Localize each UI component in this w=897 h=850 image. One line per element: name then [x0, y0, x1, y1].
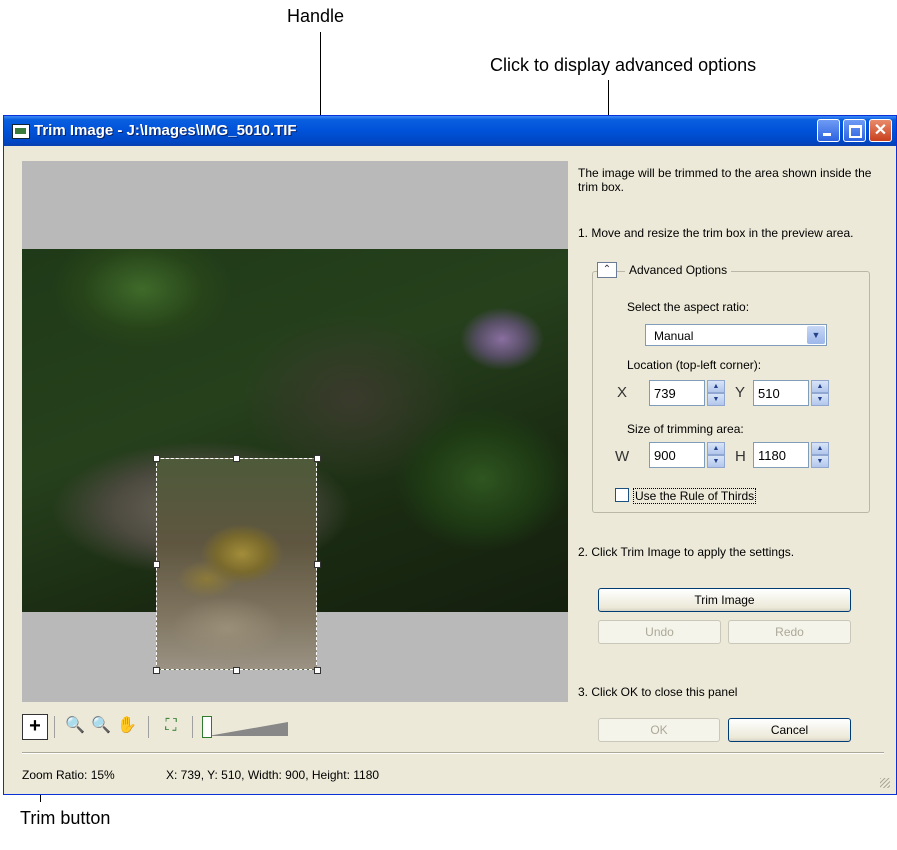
aspect-ratio-value: Manual: [654, 329, 694, 343]
trim-handle-middle-left[interactable]: [153, 561, 160, 568]
toolbar-separator: [148, 716, 149, 738]
spin-up-icon[interactable]: ▲: [811, 442, 829, 455]
x-label: X: [617, 384, 628, 401]
trim-settings-panel: The image will be trimmed to the area sh…: [578, 161, 888, 751]
trim-handle-top-right[interactable]: [314, 455, 321, 462]
status-bar: Zoom Ratio: 15% X: 739, Y: 510, Width: 9…: [4, 756, 896, 792]
y-input[interactable]: 510: [753, 380, 809, 406]
fit-icon: ⛶: [165, 717, 177, 734]
zoom-slider-track: [208, 722, 288, 736]
h-input[interactable]: 1180: [753, 442, 809, 468]
ok-button[interactable]: OK: [598, 718, 720, 742]
rule-of-thirds-label[interactable]: Use the Rule of Thirds: [633, 488, 757, 504]
y-spinner[interactable]: ▲ ▼: [811, 380, 829, 406]
handle-callout-label: Handle: [287, 6, 345, 26]
trim-handle-bottom-middle[interactable]: [233, 667, 240, 674]
rule-of-thirds-checkbox[interactable]: [615, 488, 629, 502]
spin-up-icon[interactable]: ▲: [707, 442, 725, 455]
w-label: W: [615, 448, 630, 465]
step-1-text: 1. Move and resize the trim box in the p…: [578, 226, 854, 240]
maximize-button[interactable]: [843, 119, 866, 142]
trim-handle-middle-right[interactable]: [314, 561, 321, 568]
trim-handle-top-middle[interactable]: [233, 455, 240, 462]
selection-info-text: X: 739, Y: 510, Width: 900, Height: 1180: [166, 768, 380, 782]
h-value: 1180: [758, 448, 786, 463]
trim-image-button[interactable]: Trim Image: [598, 588, 851, 612]
advanced-options-callout-label: Click to display advanced options: [490, 55, 757, 75]
cancel-button[interactable]: Cancel: [728, 718, 851, 742]
window-title: Trim Image - J:\Images\IMG_5010.TIF: [34, 122, 297, 139]
trim-handle-top-left[interactable]: [153, 455, 160, 462]
zoom-out-button[interactable]: 🔍: [88, 714, 114, 740]
spin-down-icon[interactable]: ▼: [811, 455, 829, 468]
toolbar-separator: [54, 716, 55, 738]
zoom-in-button[interactable]: 🔍: [62, 714, 88, 740]
advanced-options-toggle[interactable]: ⌃: [597, 262, 617, 278]
w-spinner[interactable]: ▲ ▼: [707, 442, 725, 468]
undo-button[interactable]: Undo: [598, 620, 721, 644]
collapse-icon: ⌃: [602, 264, 612, 275]
zoom-out-icon: 🔍: [91, 717, 111, 734]
spin-down-icon[interactable]: ▼: [811, 393, 829, 406]
h-label: H: [735, 448, 746, 465]
aspect-ratio-select[interactable]: Manual ▼: [645, 324, 827, 346]
zoom-slider-thumb[interactable]: [202, 716, 212, 738]
minimize-button[interactable]: [817, 119, 840, 142]
close-button[interactable]: ✕: [869, 119, 892, 142]
x-value: 739: [654, 386, 676, 401]
w-value: 900: [654, 448, 676, 463]
spin-down-icon[interactable]: ▼: [707, 455, 725, 468]
spin-down-icon[interactable]: ▼: [707, 393, 725, 406]
size-label: Size of trimming area:: [627, 422, 744, 436]
step-2-text: 2. Click Trim Image to apply the setting…: [578, 545, 795, 559]
spin-up-icon[interactable]: ▲: [811, 380, 829, 393]
advanced-options-group: ⌃ Advanced Options Select the aspect rat…: [592, 262, 870, 513]
redo-button[interactable]: Redo: [728, 620, 851, 644]
toolbar-separator: [192, 716, 193, 738]
title-bar[interactable]: Trim Image - J:\Images\IMG_5010.TIF ✕: [4, 116, 896, 146]
preview-area[interactable]: [22, 161, 568, 702]
trim-box[interactable]: [156, 458, 317, 670]
trim-button-callout-label: Trim button: [20, 808, 111, 828]
trim-button[interactable]: +: [22, 714, 48, 740]
aspect-ratio-label: Select the aspect ratio:: [627, 300, 750, 314]
w-input[interactable]: 900: [649, 442, 705, 468]
zoom-slider[interactable]: [202, 716, 292, 740]
y-value: 510: [758, 386, 780, 401]
trim-handle-bottom-right[interactable]: [314, 667, 321, 674]
chevron-down-icon[interactable]: ▼: [807, 326, 825, 344]
pan-button[interactable]: ✋: [114, 714, 140, 740]
app-icon: [12, 124, 30, 139]
trim-icon: +: [29, 715, 41, 737]
resize-grip[interactable]: [880, 778, 890, 788]
x-spinner[interactable]: ▲ ▼: [707, 380, 725, 406]
intro-text: The image will be trimmed to the area sh…: [578, 166, 872, 194]
x-input[interactable]: 739: [649, 380, 705, 406]
step-3-text: 3. Click OK to close this panel: [578, 685, 738, 699]
close-icon: ✕: [873, 122, 888, 139]
hand-icon: ✋: [117, 717, 137, 734]
location-label: Location (top-left corner):: [627, 358, 762, 372]
advanced-options-title: Advanced Options: [625, 263, 732, 277]
status-divider: [22, 752, 884, 754]
zoom-in-icon: 🔍: [65, 717, 85, 734]
preview-toolbar: + 🔍 🔍 ✋ ⛶: [22, 714, 322, 742]
h-spinner[interactable]: ▲ ▼: [811, 442, 829, 468]
y-label: Y: [735, 384, 746, 401]
zoom-ratio-text: Zoom Ratio: 15%: [22, 768, 115, 782]
fit-to-window-button[interactable]: ⛶: [158, 714, 184, 740]
trim-image-dialog: Trim Image - J:\Images\IMG_5010.TIF ✕ + …: [3, 115, 897, 795]
spin-up-icon[interactable]: ▲: [707, 380, 725, 393]
trim-handle-bottom-left[interactable]: [153, 667, 160, 674]
